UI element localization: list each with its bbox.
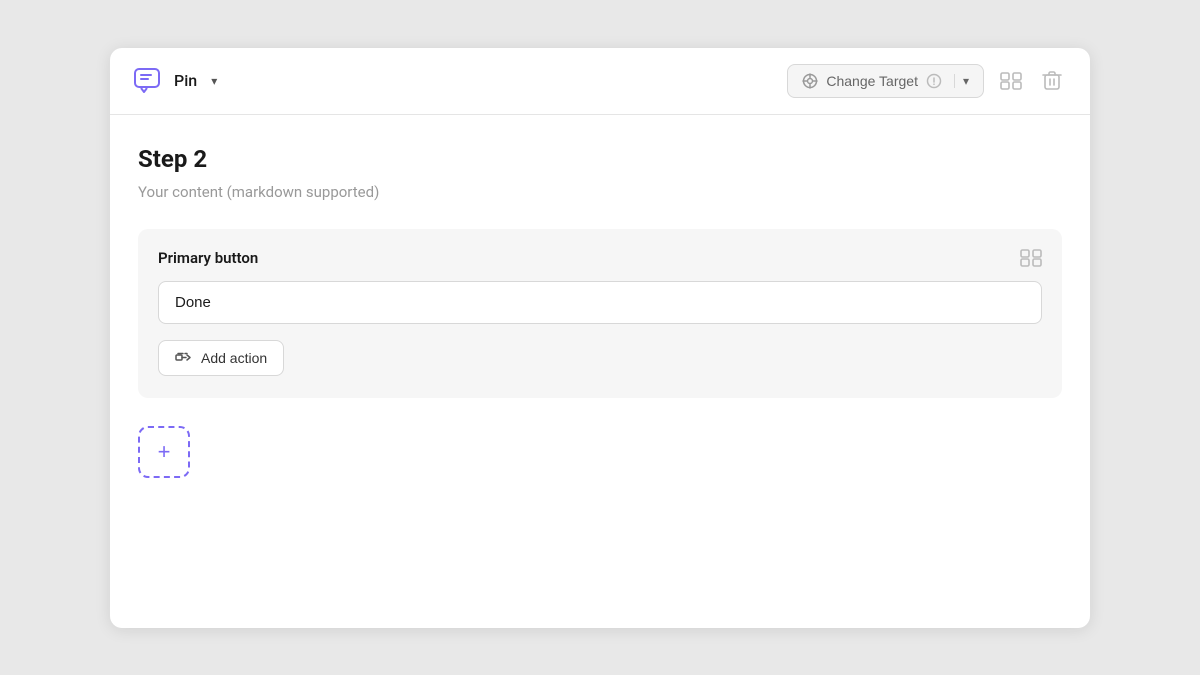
- section-layout-button[interactable]: [1020, 249, 1042, 267]
- target-icon: [802, 73, 818, 89]
- step-subtitle: Your content (markdown supported): [138, 183, 1062, 201]
- add-action-icon: [175, 350, 193, 366]
- add-action-label: Add action: [201, 350, 267, 366]
- add-step-icon: +: [158, 439, 171, 465]
- warning-icon: [926, 73, 942, 89]
- section-title: Primary button: [158, 249, 258, 267]
- card-header: Pin ▾ Change Target: [110, 48, 1090, 115]
- header-left: Pin ▾: [134, 68, 221, 94]
- change-target-dropdown-arrow[interactable]: ▾: [954, 74, 969, 88]
- change-target-button[interactable]: Change Target ▾: [787, 64, 984, 98]
- main-card: Pin ▾ Change Target: [110, 48, 1090, 628]
- primary-button-section: Primary button: [138, 229, 1062, 398]
- delete-button[interactable]: [1038, 66, 1066, 96]
- card-body: Step 2 Your content (markdown supported)…: [110, 115, 1090, 514]
- pin-dropdown-button[interactable]: ▾: [207, 72, 221, 90]
- change-target-label: Change Target: [826, 73, 918, 89]
- header-right: Change Target ▾: [787, 64, 1066, 98]
- button-label-input[interactable]: [158, 281, 1042, 324]
- pin-label: Pin: [174, 71, 197, 90]
- layout-icon-button[interactable]: [996, 68, 1026, 94]
- add-step-button[interactable]: +: [138, 426, 190, 478]
- step-title: Step 2: [138, 145, 1062, 173]
- pin-icon: [134, 68, 164, 94]
- add-action-button[interactable]: Add action: [158, 340, 284, 376]
- section-header: Primary button: [158, 249, 1042, 267]
- chevron-down-icon: ▾: [211, 74, 217, 88]
